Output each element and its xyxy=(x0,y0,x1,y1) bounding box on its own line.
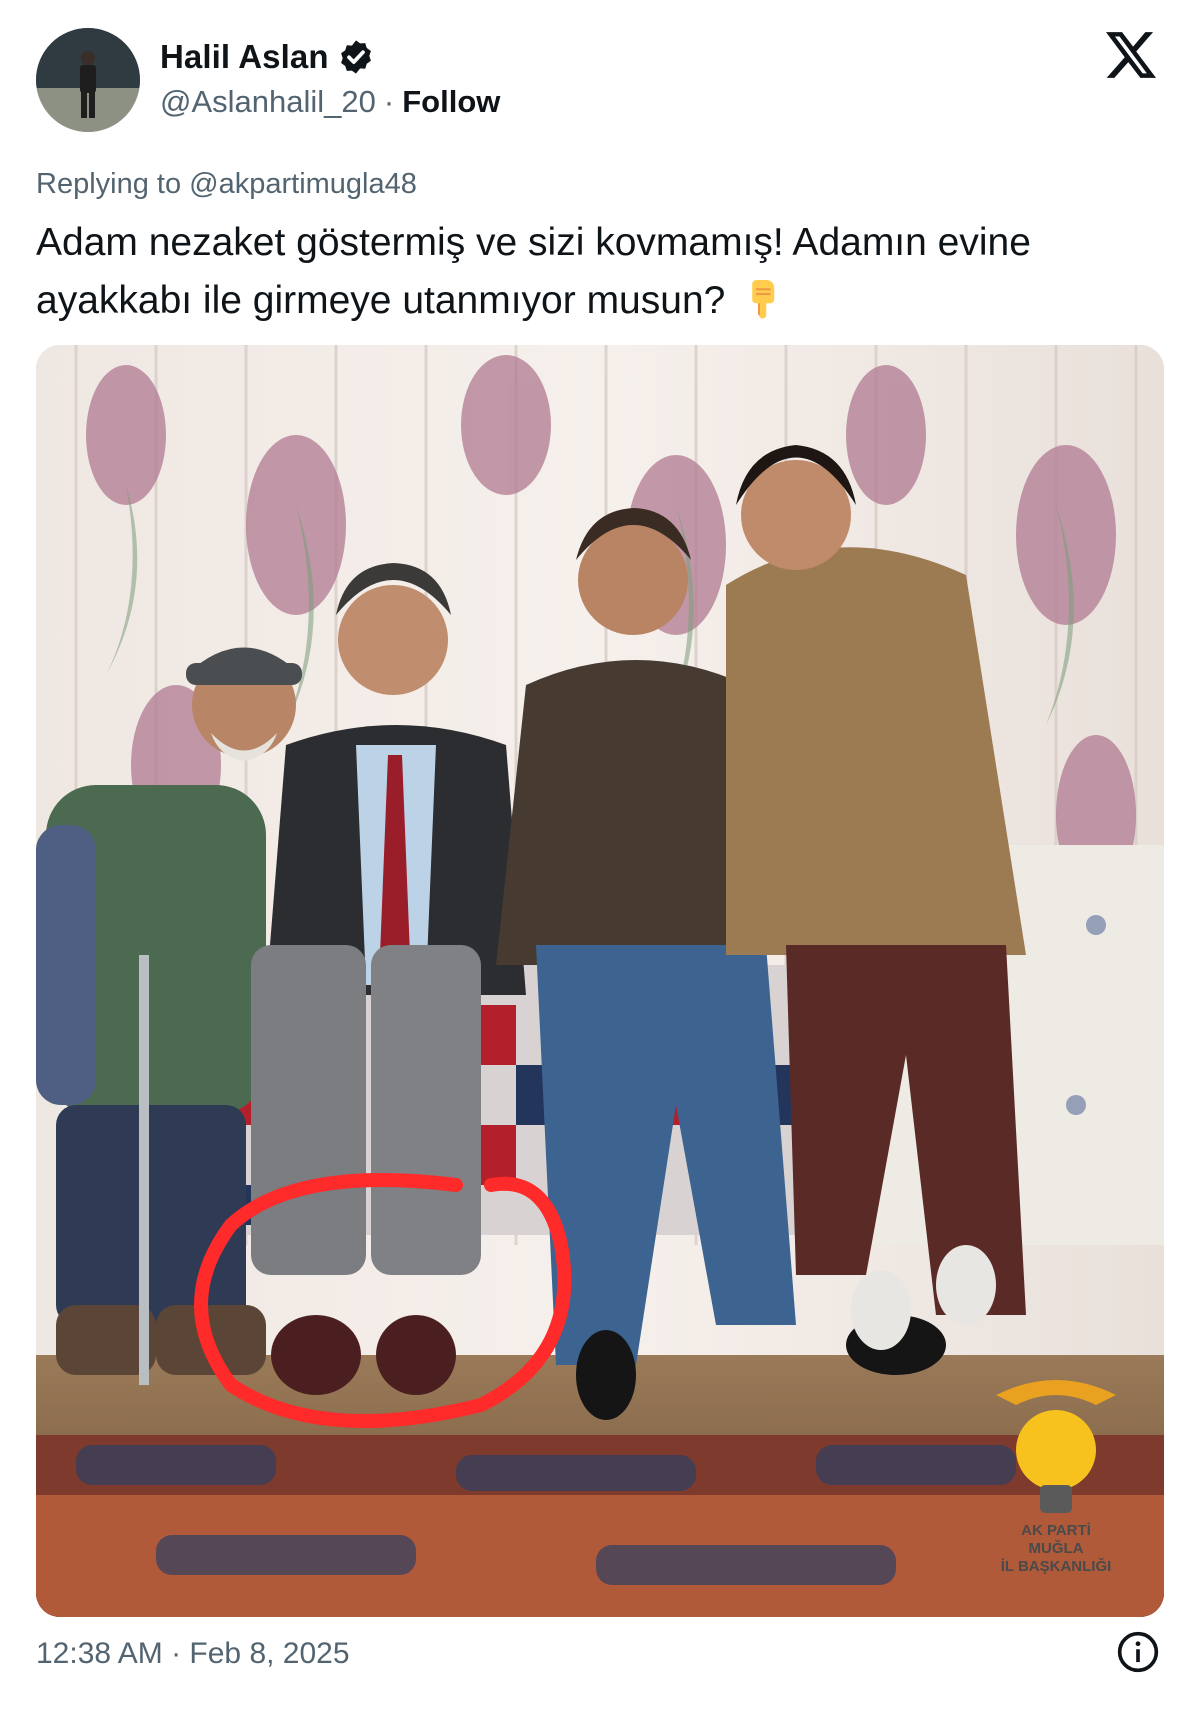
tweet-text-line1: Adam nezaket göstermiş ve sizi kovmamış!… xyxy=(36,221,1031,264)
separator-dot: · xyxy=(383,84,395,119)
author-avatar[interactable] xyxy=(36,28,140,132)
logo-text-line1: AK PARTİ xyxy=(1021,1522,1091,1539)
info-icon[interactable] xyxy=(1116,1630,1160,1674)
logo-text-line3: İL BAŞKANLIĞI xyxy=(1001,1557,1112,1575)
author-handle-line: @Aslanhalil_20 · Follow xyxy=(160,84,500,120)
author-display-name[interactable]: Halil Aslan xyxy=(160,38,329,76)
replying-to-line: Replying to @akpartimugla48 xyxy=(36,168,417,201)
tweet-text-line2: ayakkabı ile girmeye utanmıyor musun? xyxy=(36,279,726,322)
reply-mention-link[interactable]: @akpartimugla48 xyxy=(189,168,417,200)
backhand-index-pointing-down-icon xyxy=(752,280,775,319)
x-logo-icon[interactable] xyxy=(1106,32,1156,78)
verified-badge-icon xyxy=(340,40,371,74)
tweet-text: Adam nezaket göstermiş ve sizi kovmamış!… xyxy=(36,214,1166,330)
logo-text-line2: MUĞLA xyxy=(1029,1539,1084,1557)
replying-to-label: Replying to xyxy=(36,168,182,200)
tweet-photo[interactable]: AK PARTİ MUĞLA İL BAŞKANLIĞI xyxy=(36,345,1164,1617)
tweet-card: Halil Aslan @Aslanhalil_20 · Follow Repl… xyxy=(0,0,1200,1717)
author-name-line: Halil Aslan xyxy=(160,38,375,76)
author-handle[interactable]: @Aslanhalil_20 xyxy=(160,84,376,120)
follow-button[interactable]: Follow xyxy=(402,84,500,120)
tweet-timestamp[interactable]: 12:38 AM · Feb 8, 2025 xyxy=(36,1637,350,1671)
